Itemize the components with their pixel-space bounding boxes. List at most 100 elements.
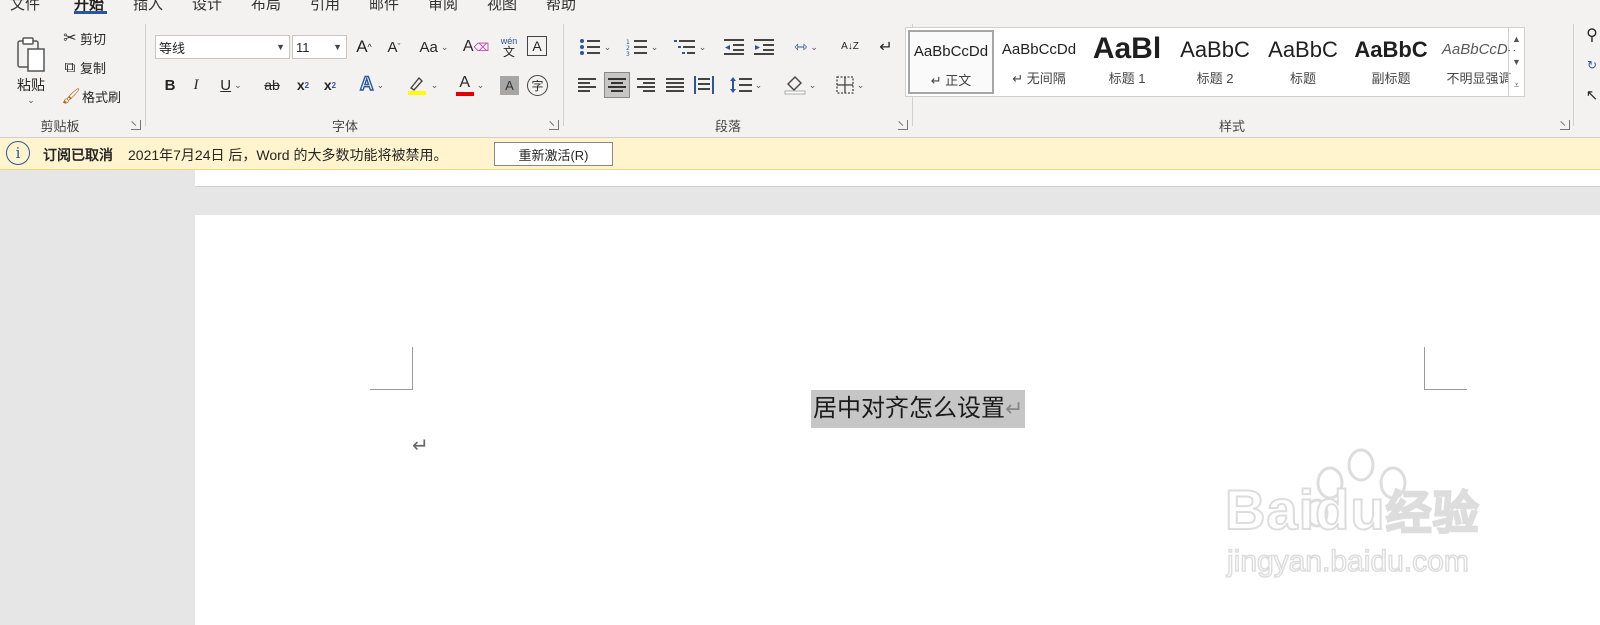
style-name: ↵ 正文 xyxy=(910,70,992,89)
font-name-value: 等线 xyxy=(159,40,186,56)
superscript-button[interactable]: x2 xyxy=(320,73,340,97)
style-sample: AaBbCcDd xyxy=(913,43,989,60)
svg-text:3: 3 xyxy=(626,51,630,56)
align-center-button[interactable] xyxy=(604,72,630,98)
tab-file[interactable]: 文件 xyxy=(10,0,40,14)
numbering-button[interactable]: 123 ⌄ xyxy=(622,35,662,59)
format-painter-button[interactable]: 🖌 格式刷 xyxy=(60,85,121,107)
copy-button[interactable]: ⧉ 复制 xyxy=(60,56,106,78)
style-name: 标题 xyxy=(1289,71,1316,86)
asian-layout-icon: ⇿ xyxy=(794,39,808,56)
reactivate-button[interactable]: 重新激活(R) xyxy=(494,142,613,166)
numbering-icon: 123 xyxy=(626,39,647,56)
clipboard-dialog-launcher[interactable] xyxy=(131,120,141,130)
chevron-down-icon: ⌄ xyxy=(856,79,865,90)
clear-formatting-button[interactable]: A⌫ xyxy=(462,35,490,59)
styles-group-label: 样式 xyxy=(1218,119,1245,134)
font-name-combo[interactable]: 等线 ▼ xyxy=(155,35,290,59)
gallery-scroll-up[interactable]: ▲ xyxy=(1508,28,1524,50)
style-heading-2[interactable]: AaBbC 标题 2 xyxy=(1172,30,1258,94)
phonetic-guide-button[interactable]: wén 文 xyxy=(497,33,521,61)
grow-font-button[interactable]: A ^ xyxy=(352,35,376,59)
increase-indent-button[interactable] xyxy=(752,35,776,59)
margin-corner-top-left xyxy=(370,347,413,390)
style-sample: AaBbC xyxy=(1180,37,1250,62)
bold-button[interactable]: B xyxy=(160,73,180,97)
tab-help[interactable]: 帮助 xyxy=(546,0,576,14)
character-border-icon: A xyxy=(532,38,542,54)
chevron-down-icon: ⌄ xyxy=(810,41,818,52)
font-group-label: 字体 xyxy=(331,119,358,134)
clear-formatting-icon: A⌫ xyxy=(462,38,490,55)
paragraph-dialog-launcher[interactable] xyxy=(898,120,908,130)
text-effects-button[interactable]: A ⌄ xyxy=(354,73,390,97)
character-shading-button[interactable]: A xyxy=(500,76,519,95)
sort-button[interactable]: A↓Z xyxy=(838,35,862,59)
tab-review[interactable]: 审阅 xyxy=(428,0,458,14)
style-subtitle[interactable]: AaBbC 副标题 xyxy=(1348,30,1434,94)
align-left-button[interactable] xyxy=(575,73,599,97)
italic-button[interactable]: I xyxy=(186,73,206,97)
italic-icon: I xyxy=(193,76,199,93)
ribbon: 粘贴 ⌄ ✂ 剪切 ⧉ 复制 🖌 格式刷 剪贴板 等线 ▼ 11 ▼ A ^ Aˇ… xyxy=(0,14,1600,138)
enclose-characters-button[interactable]: 字 xyxy=(527,75,548,96)
tab-references[interactable]: 引用 xyxy=(310,0,340,14)
style-name-text: 正文 xyxy=(945,73,972,88)
paste-button[interactable]: 粘贴 ⌄ xyxy=(10,26,52,114)
align-left-icon xyxy=(578,78,596,92)
replace-button[interactable]: ↻ xyxy=(1584,54,1600,76)
paragraph-mark: ↵ xyxy=(1005,396,1024,421)
tab-insert[interactable]: 插入 xyxy=(133,0,163,14)
shrink-font-button[interactable]: Aˇ xyxy=(382,35,406,59)
justify-icon xyxy=(666,78,684,92)
subscript-button[interactable]: x2 xyxy=(293,73,313,97)
style-no-spacing[interactable]: AaBbCcDd ↵ 无间隔 xyxy=(996,30,1082,94)
highlight-color-button[interactable]: ⌄ xyxy=(402,73,442,97)
align-right-button[interactable] xyxy=(634,73,658,97)
clipboard-group-label: 剪贴板 xyxy=(40,119,80,134)
decrease-indent-button[interactable] xyxy=(722,35,746,59)
underline-button[interactable]: U ⌄ xyxy=(213,73,249,97)
chevron-down-icon: ▼ xyxy=(333,42,342,52)
font-dialog-launcher[interactable] xyxy=(549,120,559,130)
line-spacing-button[interactable]: ⌄ xyxy=(726,73,766,97)
tab-mailings[interactable]: 邮件 xyxy=(369,0,399,14)
asian-layout-button[interactable]: ⇿ ⌄ xyxy=(788,35,824,59)
cut-button[interactable]: ✂ 剪切 xyxy=(60,27,106,49)
style-name: ↵ 无间隔 xyxy=(996,68,1082,87)
paste-icon xyxy=(17,36,45,72)
multilevel-list-button[interactable]: ⌄ xyxy=(670,35,710,59)
select-button[interactable]: ↖ xyxy=(1584,84,1600,106)
selected-text[interactable]: 居中对齐怎么设置↵ xyxy=(811,390,1026,428)
find-button[interactable]: ⚲ xyxy=(1584,24,1600,46)
font-size-combo[interactable]: 11 ▼ xyxy=(292,35,347,59)
styles-dialog-launcher[interactable] xyxy=(1560,120,1570,130)
font-color-button[interactable]: A ⌄ xyxy=(450,73,490,97)
strikethrough-button[interactable]: ab xyxy=(260,73,284,97)
borders-button[interactable]: ⌄ xyxy=(830,73,870,97)
justify-button[interactable] xyxy=(663,73,687,97)
style-heading-1[interactable]: AaBl 标题 1 xyxy=(1084,30,1170,94)
empty-paragraph-mark: ↵ xyxy=(412,435,429,457)
tab-view[interactable]: 视图 xyxy=(487,0,517,14)
tab-design[interactable]: 设计 xyxy=(192,0,222,14)
chevron-down-icon: ⌄ xyxy=(476,79,485,90)
change-case-button[interactable]: Aa ⌄ xyxy=(416,35,452,59)
paragraph-group-label: 段落 xyxy=(714,119,741,134)
style-title[interactable]: AaBbC 标题 xyxy=(1260,30,1346,94)
style-normal[interactable]: AaBbCcDd ↵ 正文 xyxy=(908,30,994,94)
cursor-icon: ↖ xyxy=(1585,87,1599,104)
change-case-icon: Aa xyxy=(419,38,438,56)
distributed-button[interactable] xyxy=(692,73,716,97)
chevron-down-icon: ⌄ xyxy=(430,79,439,90)
enclose-characters-icon: 字 xyxy=(531,79,544,93)
bullets-button[interactable]: ⌄ xyxy=(575,35,615,59)
tab-layout[interactable]: 布局 xyxy=(251,0,281,14)
gallery-more-button[interactable]: ⩡ xyxy=(1508,74,1524,96)
font-color-icon: A xyxy=(455,74,474,96)
copy-label: 复制 xyxy=(80,60,107,76)
shading-button[interactable]: ⌄ xyxy=(780,73,820,97)
show-hide-marks-button[interactable]: ↵ xyxy=(874,35,898,59)
gallery-scroll-down[interactable]: ▼ xyxy=(1508,51,1524,73)
character-border-button[interactable]: A xyxy=(527,36,547,56)
